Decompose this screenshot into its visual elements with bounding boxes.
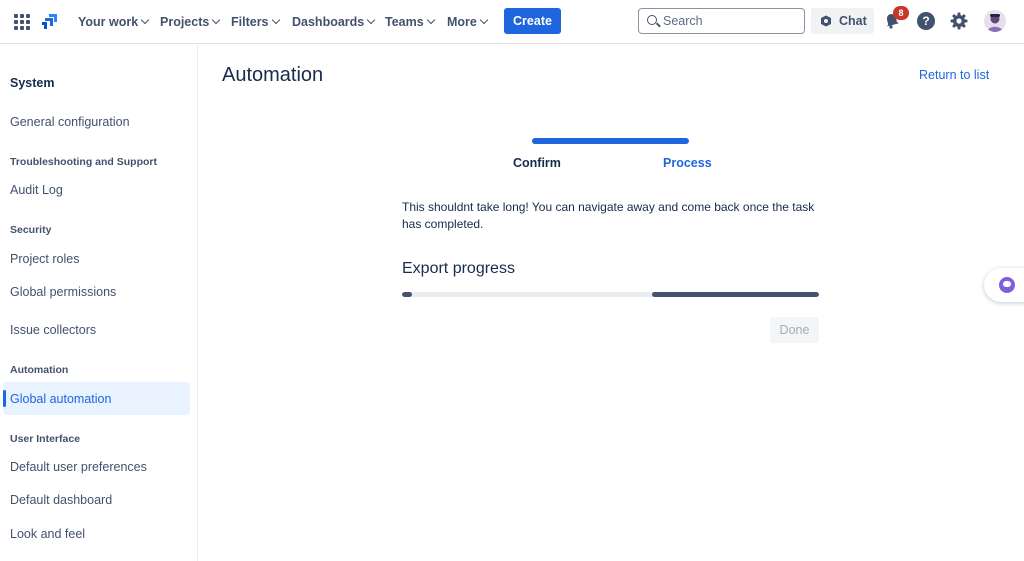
chevron-down-icon [212,15,221,25]
step-confirm: Confirm [513,156,561,170]
chat-icon [821,15,831,27]
nav-teams[interactable]: Teams [385,13,435,31]
nav-projects-label: Projects [160,15,210,29]
sidebar-item-look-and-feel[interactable]: Look and feel [3,517,190,550]
create-button[interactable]: Create [504,8,561,34]
nav-projects[interactable]: Projects [160,13,221,31]
nav-more-label: More [447,15,477,29]
user-avatar[interactable] [984,10,1006,32]
jira-logo-icon[interactable] [41,11,61,31]
export-progress-start-segment [402,292,412,297]
sidebar-item-issue-collectors[interactable]: Issue collectors [3,313,190,346]
chevron-down-icon [426,15,435,25]
nav-dashboards[interactable]: Dashboards [292,13,376,31]
chevron-down-icon [271,15,280,25]
sidebar-heading-automation: Automation [10,364,69,376]
sidebar-item-general-configuration[interactable]: General configuration [3,105,190,138]
admin-sidebar: System General configuration Troubleshoo… [0,45,198,561]
done-button[interactable]: Done [770,317,819,343]
chat-button[interactable]: Chat [811,8,874,34]
nav-teams-label: Teams [385,15,424,29]
sidebar-item-default-dashboard[interactable]: Default dashboard [3,483,190,516]
sidebar-item-global-permissions[interactable]: Global permissions [3,275,190,308]
export-progress-active-segment [652,292,819,297]
chat-label: Chat [839,14,867,28]
nav-more[interactable]: More [447,13,489,31]
info-message: This shouldnt take long! You can navigat… [402,200,815,231]
chevron-down-icon [479,15,489,25]
sidebar-item-project-roles[interactable]: Project roles [3,242,190,275]
nav-dashboards-label: Dashboards [292,15,365,29]
automation-assistant-button[interactable] [984,268,1024,302]
nav-filters-label: Filters [231,15,269,29]
chevron-down-icon [367,15,376,25]
sidebar-heading-troubleshooting: Troubleshooting and Support [10,156,157,168]
export-progress-bar [402,292,819,297]
step-process: Process [663,156,712,170]
page-title: Automation [222,64,324,86]
sidebar-heading-user-interface: User Interface [10,433,81,445]
sidebar-item-audit-log[interactable]: Audit Log [3,173,190,206]
settings-gear-icon[interactable] [950,12,968,30]
search-box[interactable] [638,8,805,34]
nav-filters[interactable]: Filters [231,13,280,31]
avatar-icon [987,14,1003,32]
sidebar-heading-security: Security [10,224,52,236]
return-to-list-link[interactable]: Return to list [919,68,989,82]
sidebar-item-global-automation[interactable]: Global automation [3,382,190,415]
top-navigation: Your work Projects Filters Dashboards Te… [0,0,1024,44]
export-progress-heading: Export progress [402,260,515,277]
nav-your-work-label: Your work [78,15,139,29]
robot-icon [999,277,1015,293]
notification-count-badge: 8 [893,6,909,20]
app-switcher-icon[interactable] [14,14,30,30]
search-icon [647,15,657,25]
sidebar-title: System [10,76,55,90]
help-icon[interactable]: ? [917,12,935,30]
sidebar-item-default-user-preferences[interactable]: Default user preferences [3,450,190,483]
step-progress-bar [532,138,689,144]
nav-your-work[interactable]: Your work [78,13,150,31]
search-input[interactable] [663,12,799,30]
chevron-down-icon [140,15,150,25]
